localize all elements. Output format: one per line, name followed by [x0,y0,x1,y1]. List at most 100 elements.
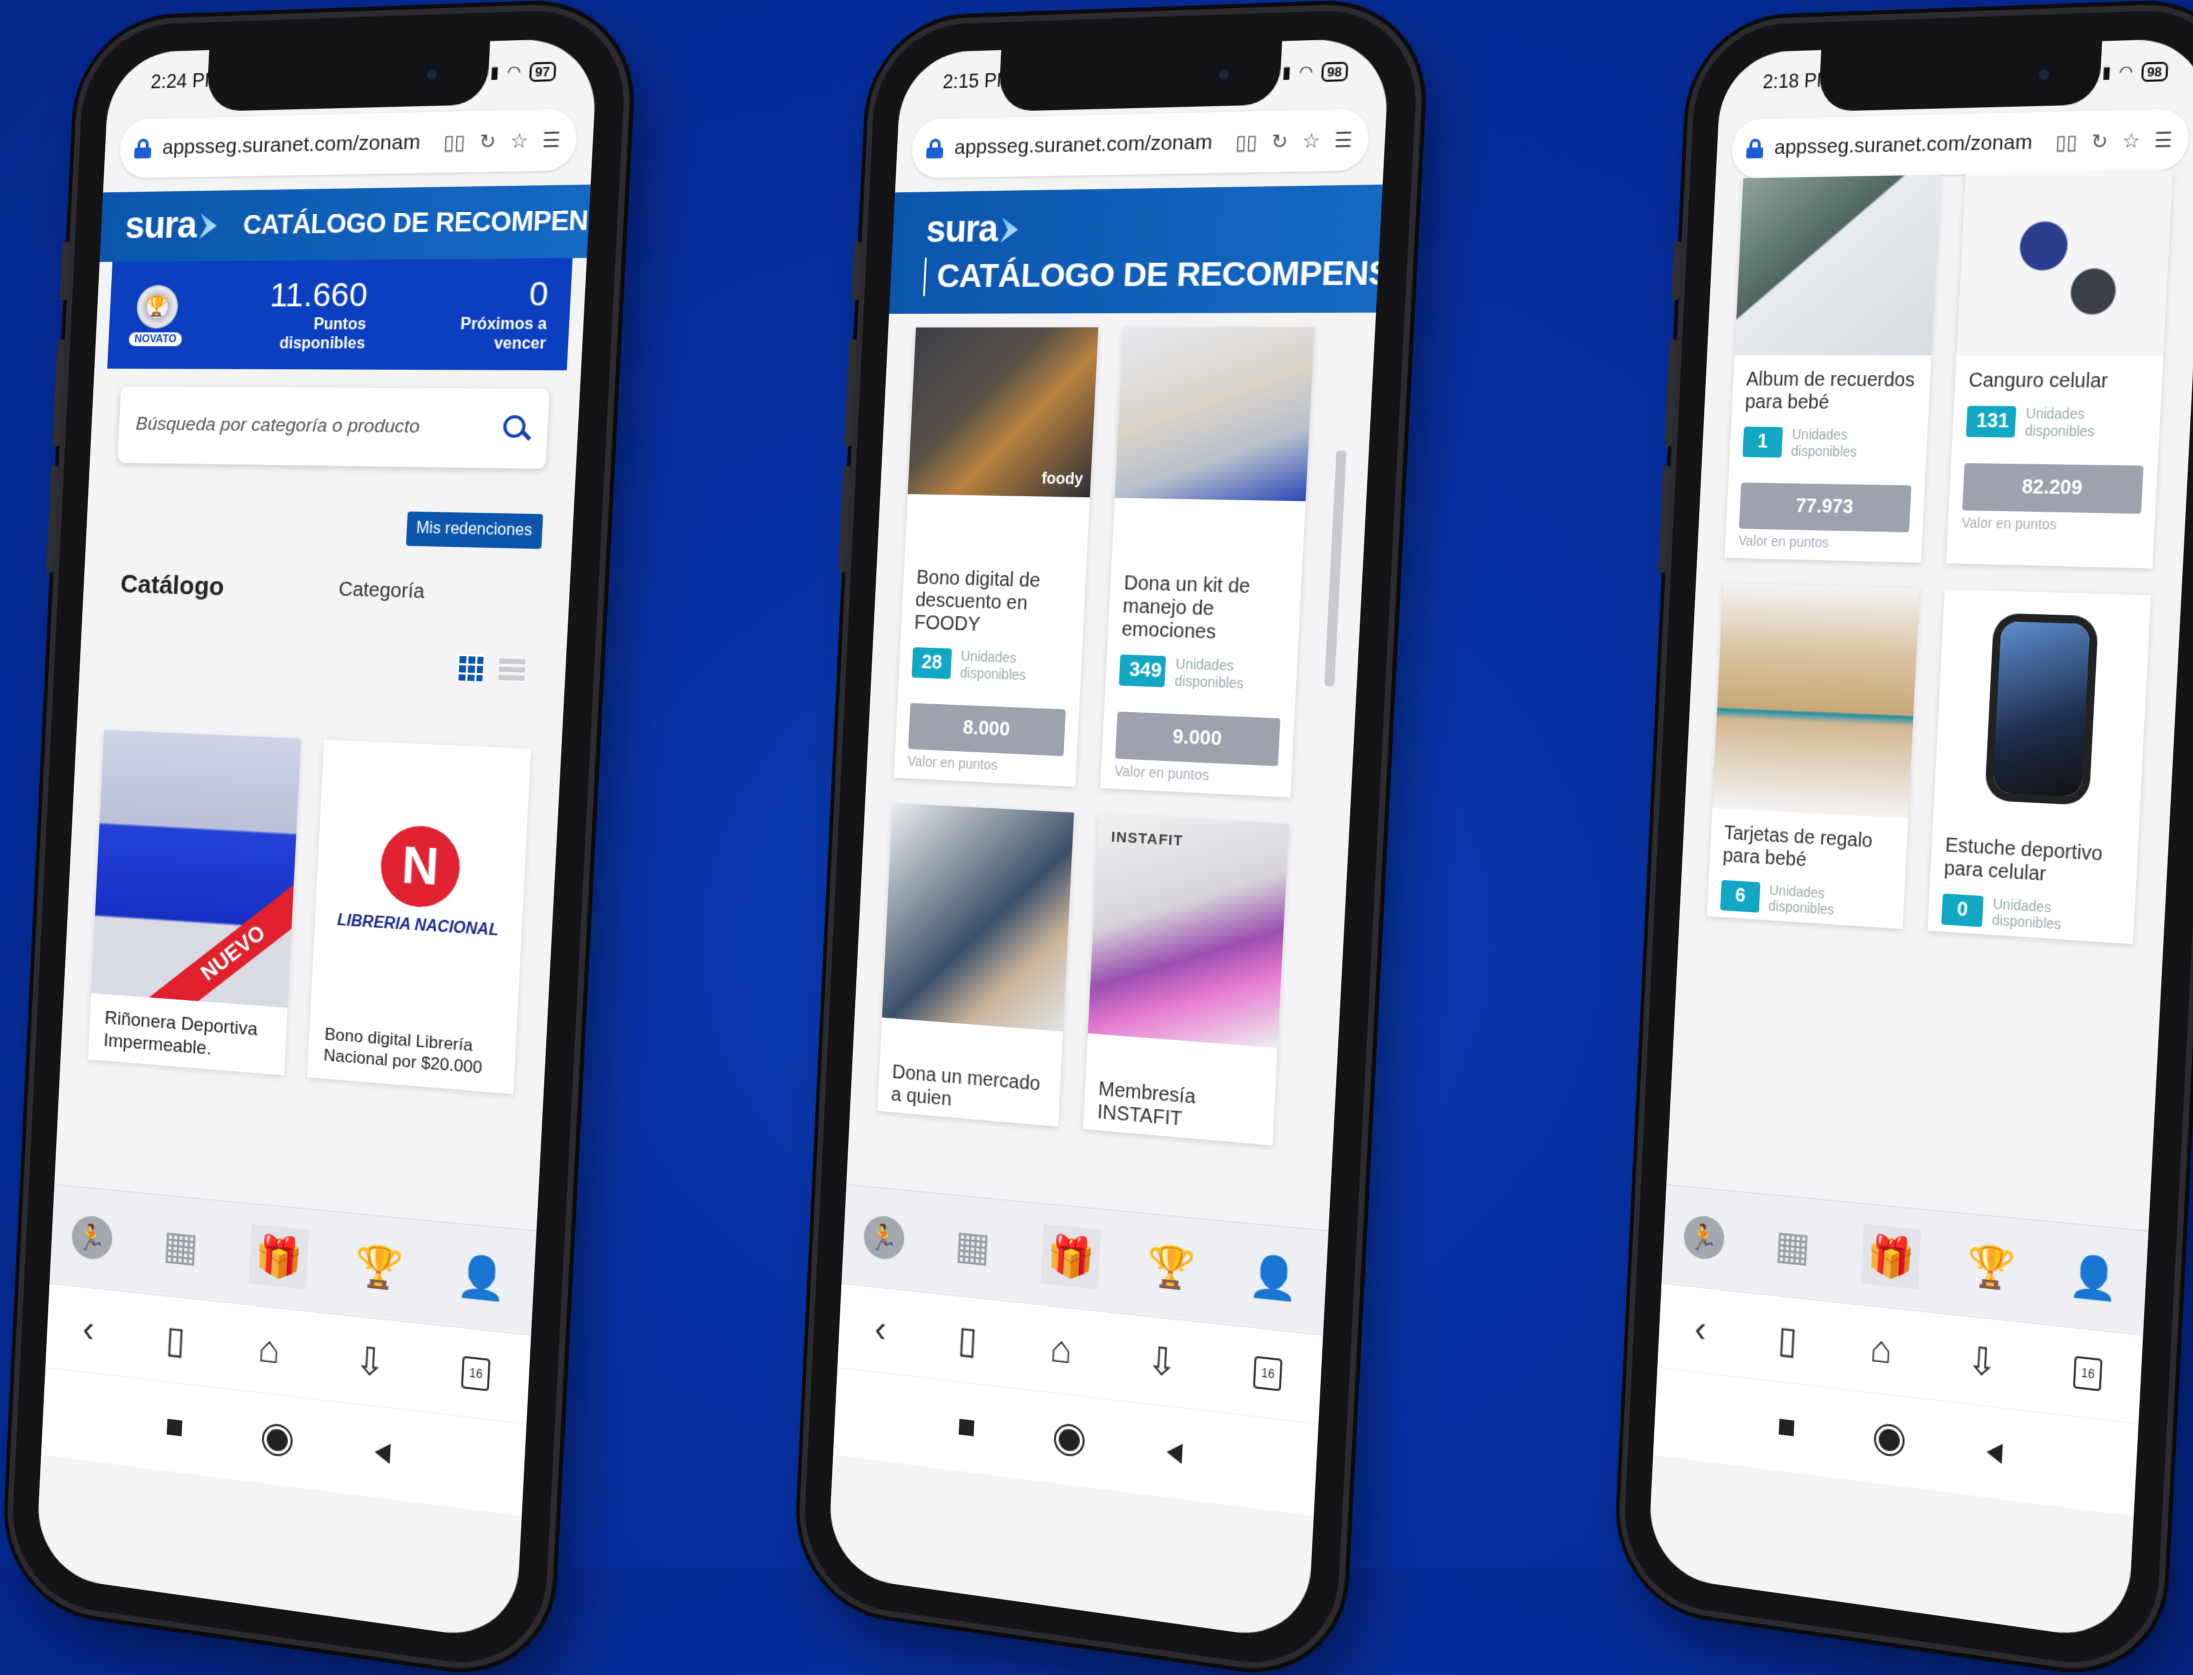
menu-icon[interactable]: ☰ [542,127,561,153]
search-input[interactable]: Búsqueda por categoría o producto [135,414,420,439]
page-title: CATÁLOGO DE RECOMPENSAS [242,204,599,240]
recents-icon[interactable] [958,1418,975,1437]
wifi-icon: ◠ [1298,63,1314,82]
redeem-points-button[interactable]: 77.973 [1738,482,1912,532]
product-card[interactable]: NUEVO Riñonera Deportiva Impermeable. [87,730,302,1076]
address-bar[interactable]: appsseg.suranet.com/zonam ▯▯ ↻ ☆ ☰ [118,108,579,179]
download-icon[interactable]: ⇩ [1966,1337,1999,1386]
reload-icon[interactable]: ↻ [1271,128,1289,154]
back-arrow-icon[interactable]: ‹ [874,1309,888,1352]
reward-image [882,802,1075,1032]
bookmarks-icon[interactable]: ▯ [957,1317,979,1363]
profile-icon[interactable]: 👤 [450,1244,513,1311]
tabs-count-icon[interactable]: 16 [1253,1355,1283,1392]
instafit-logo-text: INSTAFIT [1110,828,1184,850]
reader-mode-icon[interactable]: ▯▯ [1235,129,1258,155]
reward-card[interactable]: Album de recuerdos para bebé 1 Unidades … [1724,174,1941,563]
list-view-icon[interactable] [498,655,526,684]
volume-down-button [838,465,851,573]
home-icon[interactable]: ⌂ [257,1328,281,1373]
reward-image [1712,582,1920,818]
available-points: 11.660 Puntos disponibles [259,276,369,354]
signal-icon: ▮ [2101,64,2112,82]
reader-mode-icon[interactable]: ▯▯ [2055,129,2078,155]
home-button-icon[interactable] [266,1427,289,1453]
home-button-icon[interactable] [1058,1427,1081,1453]
activity-icon[interactable]: 🏃 [862,1214,906,1262]
menu-icon[interactable]: ☰ [1334,127,1353,153]
profile-icon[interactable]: 👤 [2062,1244,2125,1311]
reload-icon[interactable]: ↻ [2091,128,2109,154]
profile-icon[interactable]: 👤 [1242,1244,1305,1311]
reward-card[interactable]: INSTAFIT Membresía INSTAFIT [1083,813,1289,1146]
url-text[interactable]: appsseg.suranet.com/zonam [162,130,433,160]
home-button-icon[interactable] [1878,1427,1901,1453]
redeem-points-button[interactable]: 9.000 [1115,711,1281,766]
signal-icon: ▮ [489,64,500,82]
reload-icon[interactable]: ↻ [479,128,497,154]
url-text[interactable]: appsseg.suranet.com/zonam [954,130,1225,160]
gift-icon[interactable]: 🎁 [1860,1224,1922,1290]
back-arrow-icon[interactable]: ‹ [1694,1309,1708,1352]
points-banner: 🏆 NOVATO 11.660 Puntos disponibles 0 Pró… [107,258,573,371]
trophy-icon[interactable]: 🏆 [1140,1234,1202,1300]
lock-icon [1746,139,1764,159]
units-label: Unidades disponibles [1991,895,2062,933]
star-icon[interactable]: ☆ [1301,128,1321,154]
star-icon[interactable]: ☆ [2121,128,2141,154]
sura-logo[interactable]: sura [925,208,1019,252]
reward-card[interactable]: Estuche deportivo para celular 0 Unidade… [1927,588,2151,945]
home-icon[interactable]: ⌂ [1049,1328,1073,1373]
activity-icon[interactable]: 🏃 [70,1214,114,1262]
units-count-badge: 1 [1742,426,1783,458]
back-icon[interactable] [1986,1441,2003,1464]
reward-card[interactable]: Canguro celular 131 Unidades disponibles… [1946,170,2173,569]
redemptions-row: Mis redenciones [114,506,544,550]
calendar-icon[interactable]: ▦ [151,1214,210,1279]
reward-card[interactable]: Dona un kit de manejo de emociones 349 U… [1100,327,1315,798]
redeem-points-button[interactable]: 82.209 [1962,462,2144,514]
search-box[interactable]: Búsqueda por categoría o producto [117,386,550,470]
redeem-points-button[interactable]: 8.000 [908,702,1066,756]
search-icon[interactable] [503,415,530,442]
home-icon[interactable]: ⌂ [1869,1328,1893,1373]
tabs-count-icon[interactable]: 16 [2073,1355,2103,1392]
sura-logo[interactable]: sura [124,204,218,248]
bookmarks-icon[interactable]: ▯ [1777,1317,1799,1363]
phone-screen: 2:24 PM ▮ ◠ 97 appsseg.suranet.com/zonam ▯… [35,37,599,1643]
download-icon[interactable]: ⇩ [1146,1337,1179,1386]
address-bar[interactable]: appsseg.suranet.com/zonam ▯▯ ↻ ☆ ☰ [1730,108,2191,179]
reward-card[interactable]: foody Bono digital de descuento en FOODY… [893,327,1099,787]
back-icon[interactable] [374,1441,391,1464]
grid-view-icon[interactable] [456,654,484,682]
trophy-icon[interactable]: 🏆 [1960,1234,2022,1300]
reward-card[interactable]: Dona un mercado a quien [877,802,1075,1127]
address-bar[interactable]: appsseg.suranet.com/zonam ▯▯ ↻ ☆ ☰ [910,108,1371,179]
reader-mode-icon[interactable]: ▯▯ [443,129,466,155]
price-caption: Valor en puntos [907,752,999,773]
star-icon[interactable]: ☆ [509,128,529,154]
menu-icon[interactable]: ☰ [2154,127,2173,153]
url-text[interactable]: appsseg.suranet.com/zonam [1774,130,2045,160]
back-icon[interactable] [1166,1441,1183,1464]
my-redemptions-button[interactable]: Mis redenciones [405,511,544,550]
reward-card[interactable]: Tarjetas de regalo para bebé 6 Unidades … [1706,582,1920,930]
camera-icon [422,65,442,84]
recents-icon[interactable] [166,1418,183,1437]
view-toggle [80,641,526,684]
calendar-icon[interactable]: ▦ [1763,1214,1822,1279]
bookmarks-icon[interactable]: ▯ [165,1317,187,1363]
phone-mockup-1: 2:24 PM ▮ ◠ 97 appsseg.suranet.com/zonam ▯… [8,7,629,1675]
activity-icon[interactable]: 🏃 [1682,1214,1726,1262]
calendar-icon[interactable]: ▦ [943,1214,1002,1279]
tabs-count-icon[interactable]: 16 [461,1355,491,1392]
trophy-icon[interactable]: 🏆 [348,1234,410,1300]
product-card[interactable]: N LIBRERIA NACIONAL Bono digital Librerí… [307,739,532,1095]
back-arrow-icon[interactable]: ‹ [82,1309,96,1352]
foody-logo-text: foody [1041,470,1084,489]
download-icon[interactable]: ⇩ [354,1337,387,1386]
recents-icon[interactable] [1778,1418,1795,1437]
gift-icon[interactable]: 🎁 [248,1224,310,1290]
gift-icon[interactable]: 🎁 [1040,1224,1102,1290]
category-dropdown[interactable]: Categoría [338,579,425,605]
